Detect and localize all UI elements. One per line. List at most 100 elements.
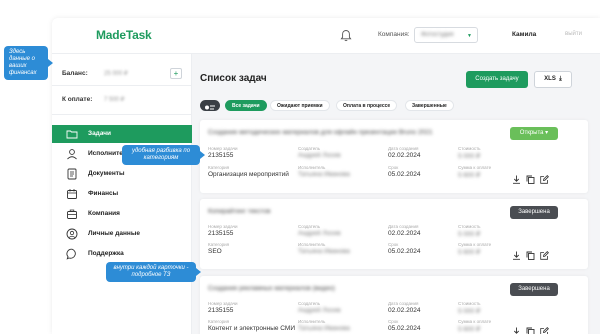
edit-icon[interactable] — [540, 175, 549, 184]
filter-all-tasks[interactable]: Все задачи — [225, 100, 267, 111]
person-circle-icon — [66, 228, 78, 240]
field-label: Создатель — [298, 301, 321, 306]
task-category: Организация мероприятий — [208, 171, 289, 178]
download-icon[interactable] — [512, 251, 521, 260]
task-card[interactable]: Копирайтинг текстов Завершена Номер зада… — [200, 199, 588, 269]
xls-label: XLS — [544, 76, 556, 82]
field-label: Срок — [388, 319, 399, 324]
task-number: 2135155 — [208, 152, 234, 159]
task-executor: Татьяна Иванова — [298, 248, 350, 255]
topay-value: 7 500 ₽ — [104, 97, 125, 103]
sidebar-item-label: Личные данные — [88, 230, 140, 237]
status-badge: Завершена — [510, 206, 558, 219]
download-icon: ⤓ — [557, 76, 562, 82]
field-label: Номер задачи — [208, 224, 238, 229]
field-label: Создатель — [298, 224, 321, 229]
status-badge: Завершена — [510, 283, 558, 296]
briefcase-icon — [67, 209, 77, 219]
field-label: Сумма к оплате — [458, 319, 492, 324]
sidebar-item-tasks[interactable]: Задачи — [52, 125, 192, 143]
task-card[interactable]: Создание рекламных материалов (видео) За… — [200, 276, 588, 334]
sidebar-item-label: Задачи — [88, 130, 112, 137]
add-balance-button[interactable]: + — [170, 68, 182, 79]
xls-export-button[interactable]: XLS ⤓ — [534, 71, 572, 88]
page-title: Список задач — [200, 73, 267, 84]
field-label: Создатель — [298, 146, 321, 151]
company-label: Компания: — [378, 31, 410, 38]
folder-icon — [66, 130, 78, 139]
balance-label: Баланс: — [62, 70, 88, 77]
task-category: SEO — [208, 248, 222, 255]
sidebar-item-personal[interactable]: Личные данные — [52, 225, 192, 243]
task-creator: Андрей Лосев — [298, 307, 341, 314]
sidebar-item-company[interactable]: Компания — [52, 205, 192, 223]
filter-toggle-icon[interactable] — [200, 100, 220, 111]
copy-icon[interactable] — [526, 251, 535, 260]
task-number: 2135155 — [208, 230, 234, 237]
chat-icon — [66, 248, 76, 260]
sidebar-item-finance[interactable]: Финансы — [52, 185, 192, 203]
task-created-date: 02.02.2024 — [388, 230, 421, 237]
create-task-button[interactable]: Создать задачу — [466, 71, 528, 88]
sidebar-item-label: Документы — [88, 170, 125, 177]
download-icon[interactable] — [512, 175, 521, 184]
task-cost: 5 000 ₽ — [458, 231, 481, 238]
field-label: Категория — [208, 242, 230, 247]
logout-link[interactable]: выйти — [565, 31, 582, 37]
task-deadline: 05.02.2024 — [388, 171, 421, 178]
sidebar-item-documents[interactable]: Документы — [52, 165, 192, 183]
task-cost: 5 000 ₽ — [458, 153, 481, 160]
edit-icon[interactable] — [540, 327, 549, 334]
card-actions — [512, 327, 564, 334]
main-content: Список задач Создать задачу XLS ⤓ Все за… — [192, 54, 600, 334]
task-title[interactable]: Создание методических материалов для офл… — [208, 129, 432, 136]
field-label: Исполнитель — [298, 165, 326, 170]
logo[interactable]: MadeTask — [96, 28, 152, 42]
balance-row: Баланс: 25 000 ₽ + — [52, 65, 192, 83]
bell-icon[interactable] — [340, 29, 352, 42]
field-label: Сумма к оплате — [458, 165, 492, 170]
sidebar-item-support[interactable]: Поддержка — [52, 245, 192, 263]
filter-completed[interactable]: Завершенные — [405, 100, 454, 111]
callout-finance: Здесь данные о ваших финансах — [4, 46, 53, 80]
copy-icon[interactable] — [526, 327, 535, 334]
field-label: Сумма к оплате — [458, 242, 492, 247]
download-icon[interactable] — [512, 327, 521, 334]
field-label: Стоимость — [458, 224, 481, 229]
divider — [52, 114, 192, 115]
field-label: Номер задачи — [208, 146, 238, 151]
sidebar-item-label: Финансы — [88, 190, 119, 197]
copy-icon[interactable] — [526, 175, 535, 184]
task-executor: Татьяна Иванова — [298, 325, 350, 332]
status-badge[interactable]: Открыта ▾ — [510, 127, 558, 140]
sidebar-item-label: Компания — [88, 210, 120, 217]
field-label: Дата создания — [388, 301, 419, 306]
task-title[interactable]: Копирайтинг текстов — [208, 208, 270, 215]
callout-categories: удобная разбивка по категориям — [122, 145, 205, 165]
task-deadline: 05.02.2024 — [388, 325, 421, 332]
topay-row: К оплате: 7 500 ₽ — [52, 91, 192, 109]
field-label: Стоимость — [458, 146, 481, 151]
card-actions — [512, 175, 564, 185]
field-label: Срок — [388, 165, 399, 170]
field-label: Исполнитель — [298, 319, 326, 324]
task-cost: 5 000 ₽ — [458, 308, 481, 315]
field-label: Категория — [208, 165, 230, 170]
finance-icon — [67, 189, 77, 199]
task-creator: Андрей Лосев — [298, 230, 341, 237]
task-card[interactable]: Создание методических материалов для офл… — [200, 120, 588, 193]
company-select[interactable]: Фотостудия ▼ — [414, 27, 478, 43]
field-label: Номер задачи — [208, 301, 238, 306]
chevron-down-icon: ▼ — [467, 33, 472, 39]
field-label: Дата создания — [388, 224, 419, 229]
task-title[interactable]: Создание рекламных материалов (видео) — [208, 285, 335, 292]
task-executor: Татьяна Иванова — [298, 171, 350, 178]
task-total: 5 600 ₽ — [458, 172, 481, 179]
task-created-date: 02.02.2024 — [388, 307, 421, 314]
task-category: Контент и электронные СМИ — [208, 325, 296, 332]
filter-awaiting-acceptance[interactable]: Ожидают приемки — [270, 100, 330, 111]
filter-payment-in-progress[interactable]: Оплата в процессе — [336, 100, 398, 111]
company-select-value: Фотостудия — [421, 32, 454, 38]
user-name[interactable]: Камила — [512, 31, 536, 38]
edit-icon[interactable] — [540, 251, 549, 260]
